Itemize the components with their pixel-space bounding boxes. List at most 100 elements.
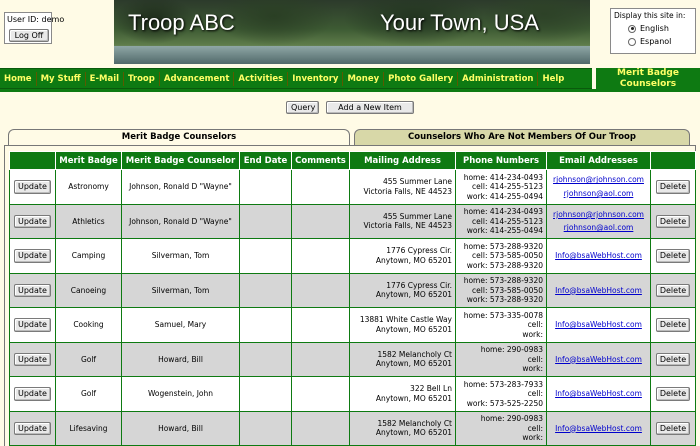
update-button[interactable]: Update <box>14 352 51 366</box>
delete-button[interactable]: Delete <box>655 214 691 228</box>
nav-inventory[interactable]: Inventory <box>288 71 344 86</box>
update-button[interactable]: Update <box>14 387 51 401</box>
email-link[interactable]: Info@bsaWebHost.com <box>555 389 642 398</box>
nav-activities[interactable]: Activities <box>234 71 289 86</box>
add-item-button[interactable]: Add a New Item <box>326 101 414 114</box>
phone-numbers: home: 290-0983 cell: work: <box>455 341 547 377</box>
tab-non-member-counselors[interactable]: Counselors Who Are Not Members Of Our Tr… <box>354 129 690 145</box>
update-button[interactable]: Update <box>14 421 51 435</box>
delete-button[interactable]: Delete <box>655 387 691 401</box>
nav-email[interactable]: E-Mail <box>86 71 125 86</box>
mailing-address: 1582 Melancholy Ct Anytown, MO 65201 <box>349 410 456 446</box>
table-header-row: Merit Badge Merit Badge Counselor End Da… <box>9 151 696 170</box>
update-cell: Update <box>9 307 56 343</box>
divider <box>0 89 700 92</box>
column-header: Merit Badge <box>55 151 122 170</box>
nav-troop[interactable]: Troop <box>124 71 160 86</box>
column-header: End Date <box>239 151 292 170</box>
address-line-1: 1776 Cypress Cir. <box>386 280 452 290</box>
logoff-button[interactable]: Log Off <box>9 29 49 42</box>
radio-selected-icon[interactable] <box>628 24 636 33</box>
phone-numbers: home: 573-288-9320 cell: 573-585-0050 work… <box>455 238 547 274</box>
delete-button[interactable]: Delete <box>655 283 691 297</box>
update-cell: Update <box>9 410 56 446</box>
phone-number: work: 573-288-9320 <box>466 260 543 270</box>
nav-home[interactable]: Home <box>0 71 37 86</box>
update-button[interactable]: Update <box>14 249 51 263</box>
delete-cell: Delete <box>650 376 696 412</box>
comments <box>291 169 350 205</box>
counselor-name: Silverman, Tom <box>121 238 240 274</box>
phone-number: home: 573-288-9320 <box>463 241 543 251</box>
user-id-label: User ID: demo <box>7 15 65 24</box>
end-date <box>239 238 292 274</box>
update-button[interactable]: Update <box>14 283 51 297</box>
update-cell: Update <box>9 376 56 412</box>
column-header: Phone Numbers <box>455 151 547 170</box>
counselor-name: Silverman, Tom <box>121 272 240 308</box>
end-date <box>239 272 292 308</box>
update-button[interactable]: Update <box>14 318 51 332</box>
address-line-2: Anytown, MO 65201 <box>375 428 452 438</box>
counselor-name: Johnson, Ronald D "Wayne" <box>121 203 240 239</box>
email-link[interactable]: Info@bsaWebHost.com <box>555 424 642 433</box>
merit-badge: Lifesaving <box>55 410 122 446</box>
delete-button[interactable]: Delete <box>655 318 691 332</box>
email-link[interactable]: rjohnson@rjohnson.com <box>553 210 644 219</box>
email-link[interactable]: Info@bsaWebHost.com <box>555 320 642 329</box>
column-header: Mailing Address <box>349 151 456 170</box>
email-link[interactable]: Info@bsaWebHost.com <box>555 251 642 260</box>
tab-merit-badge-counselors[interactable]: Merit Badge Counselors <box>8 129 350 145</box>
email-link[interactable]: Info@bsaWebHost.com <box>555 286 642 295</box>
delete-button[interactable]: Delete <box>655 421 691 435</box>
language-option-english[interactable]: English <box>628 24 692 33</box>
phone-numbers: home: 414-234-0493 cell: 414-255-5123 work… <box>455 169 547 205</box>
nav-help[interactable]: Help <box>538 72 568 86</box>
troop-name: Troop ABC <box>128 10 235 35</box>
nav-advancement[interactable]: Advancement <box>160 71 235 86</box>
merit-badge: Athletics <box>55 203 122 239</box>
email-addresses: rjohnson@rjohnson.com rjohnson@aol.com <box>546 203 651 239</box>
nav-administration[interactable]: Administration <box>458 71 539 86</box>
update-cell: Update <box>9 203 56 239</box>
update-button[interactable]: Update <box>14 180 51 194</box>
phone-number: cell: 414-255-5123 <box>472 182 543 191</box>
merit-badge: Canoeing <box>55 272 122 308</box>
comments <box>291 272 350 308</box>
delete-button[interactable]: Delete <box>655 180 691 194</box>
table-row: Update Golf Wogenstein, John 322 Bell Ln Any… <box>9 376 696 412</box>
query-button[interactable]: Query <box>286 101 319 114</box>
nav-money[interactable]: Money <box>343 71 385 86</box>
address-line-2: Victoria Falls, NE 44523 <box>363 221 452 231</box>
end-date <box>239 307 292 343</box>
comments <box>291 238 350 274</box>
column-header: Email Addresses <box>546 151 651 170</box>
update-button[interactable]: Update <box>14 214 51 228</box>
email-addresses: Info@bsaWebHost.com <box>546 307 651 343</box>
header: User ID: demo Log Off Troop ABC Your Tow… <box>0 0 700 68</box>
table-row: Update Athletics Johnson, Ronald D "Wayne"… <box>9 203 696 239</box>
delete-button[interactable]: Delete <box>655 249 691 263</box>
address-line-2: Anytown, MO 65201 <box>375 393 452 403</box>
delete-cell: Delete <box>650 272 696 308</box>
phone-number: cell: <box>527 320 543 329</box>
mailing-address: 1776 Cypress Cir. Anytown, MO 65201 <box>349 238 456 274</box>
email-link[interactable]: rjohnson@rjohnson.com <box>553 175 644 184</box>
email-link[interactable]: Info@bsaWebHost.com <box>555 355 642 364</box>
email-link[interactable]: rjohnson@aol.com <box>564 189 634 198</box>
end-date <box>239 341 292 377</box>
nav-photo-gallery[interactable]: Photo Gallery <box>384 71 459 86</box>
column-header <box>650 151 696 170</box>
email-link[interactable]: rjohnson@aol.com <box>564 223 634 232</box>
radio-icon[interactable] <box>628 37 636 46</box>
phone-number: work: <box>522 433 543 442</box>
language-option-espanol[interactable]: Espanol <box>628 37 692 46</box>
counselor-name: Howard, Bill <box>121 341 240 377</box>
phone-numbers: home: 573-288-9320 cell: 573-585-0050 work… <box>455 272 547 308</box>
table-row: Update Golf Howard, Bill 1582 Melancholy Ct… <box>9 341 696 377</box>
phone-numbers: home: 290-0983 cell: work: <box>455 410 547 446</box>
table-row: Update Camping Silverman, Tom 1776 Cypress … <box>9 238 696 274</box>
nav-my-stuff[interactable]: My Stuff <box>37 71 86 86</box>
delete-button[interactable]: Delete <box>655 352 691 366</box>
update-cell: Update <box>9 272 56 308</box>
